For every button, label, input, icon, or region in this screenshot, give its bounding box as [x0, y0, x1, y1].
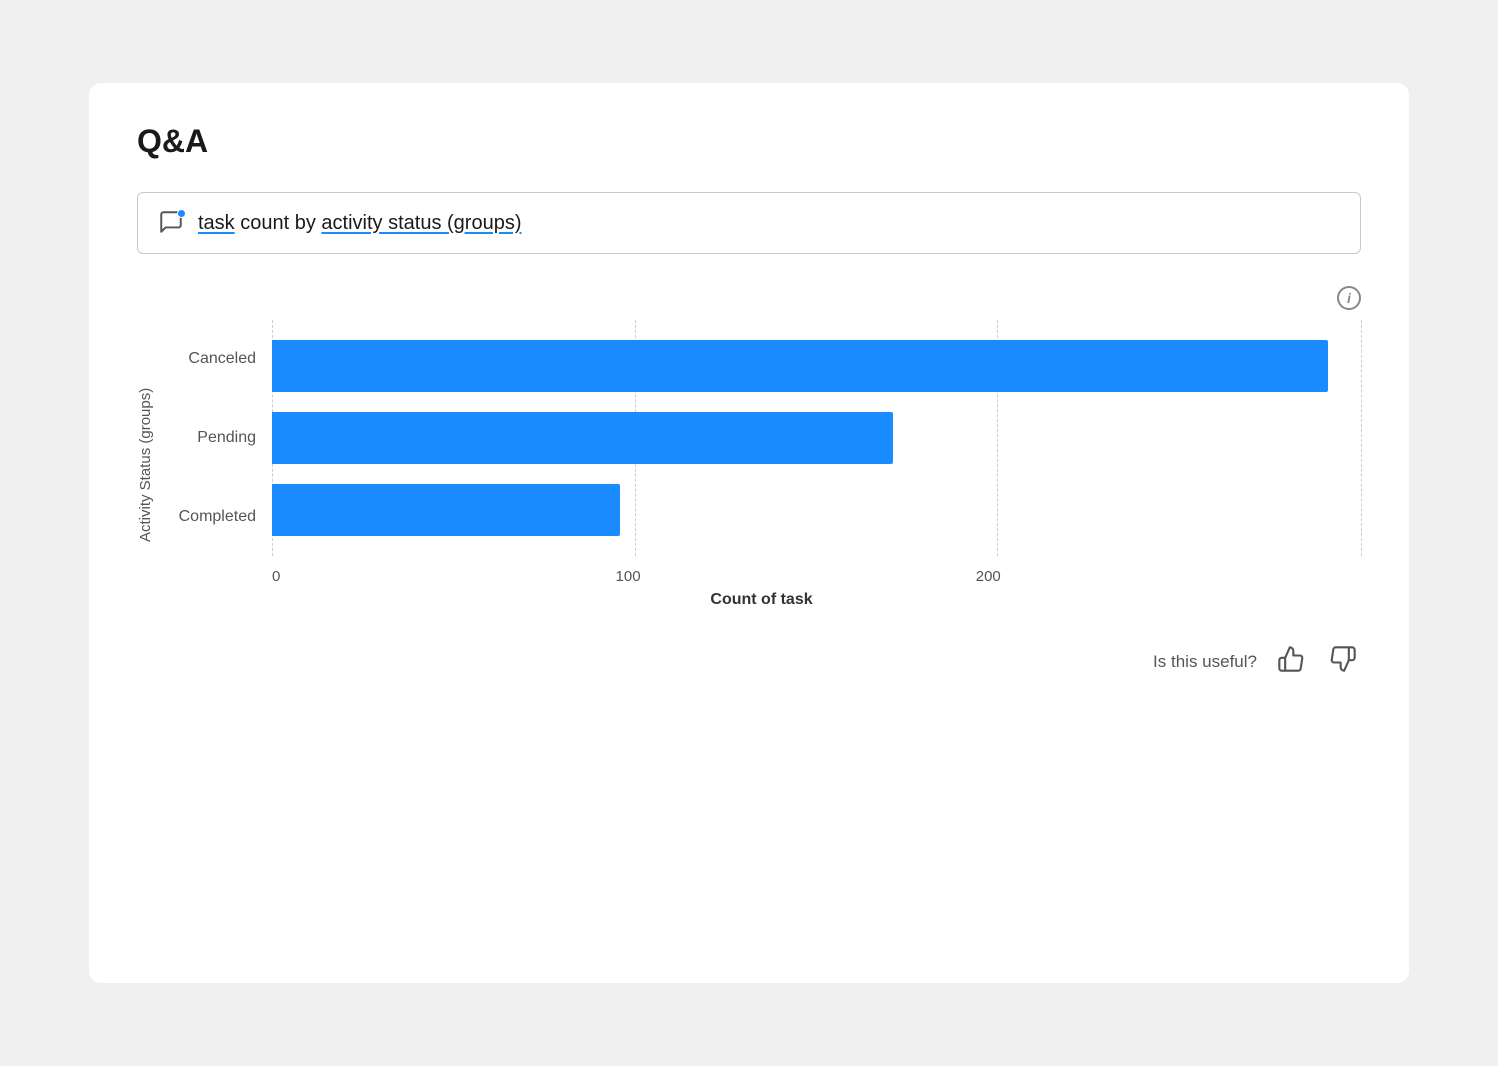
x-tick-0: 0 [272, 568, 280, 585]
info-icon[interactable]: i [1337, 286, 1361, 310]
query-box[interactable]: task count by activity status (groups) [137, 192, 1361, 254]
chat-dot [177, 209, 186, 218]
bar-completed [272, 484, 620, 536]
info-row: i [137, 286, 1361, 310]
bar-label-canceled: Canceled [162, 350, 256, 368]
page-title: Q&A [137, 123, 1361, 160]
bar-row-completed [272, 474, 1361, 546]
main-card: Q&A task count by activity status (group… [89, 83, 1409, 983]
y-axis-label: Activity Status (groups) [137, 320, 154, 609]
feedback-label: Is this useful? [1153, 652, 1257, 672]
x-ticks: 0 100 200 300 [272, 564, 1361, 585]
x-tick-200: 200 [976, 568, 1001, 585]
chart-plot-area: Canceled Pending Completed [162, 320, 1361, 556]
x-tick-100: 100 [616, 568, 641, 585]
chat-icon [158, 209, 186, 237]
x-axis-label: Count of task [162, 591, 1361, 609]
thumbs-up-button[interactable] [1273, 641, 1309, 683]
chart-inner: Canceled Pending Completed [162, 320, 1361, 609]
x-axis-area: 0 100 200 300 Count of task [162, 564, 1361, 609]
bar-row-pending [272, 402, 1361, 474]
bar-canceled [272, 340, 1328, 392]
bar-labels: Canceled Pending Completed [162, 320, 272, 556]
bar-row-canceled [272, 330, 1361, 402]
bars-area [272, 320, 1361, 556]
bar-label-pending: Pending [162, 429, 256, 447]
chart-container: Activity Status (groups) Canceled Pendin… [137, 320, 1361, 609]
bar-label-completed: Completed [162, 508, 256, 526]
feedback-row: Is this useful? [137, 641, 1361, 683]
bar-pending [272, 412, 893, 464]
thumbs-down-button[interactable] [1325, 641, 1361, 683]
query-text: task count by activity status (groups) [198, 212, 521, 235]
